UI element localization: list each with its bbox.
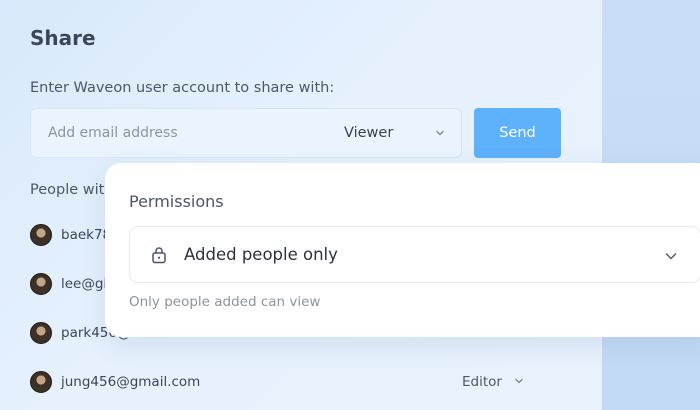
people-heading: People wit	[30, 182, 105, 198]
permissions-select[interactable]: Added people only	[129, 226, 700, 283]
avatar	[30, 224, 52, 246]
permissions-value: Added people only	[184, 245, 338, 264]
permissions-hint: Only people added can view	[129, 294, 321, 310]
person-email: lee@gi	[61, 276, 108, 292]
permissions-title: Permissions	[129, 192, 224, 211]
person-email: jung456@gmail.com	[61, 374, 201, 390]
permissions-card: Permissions Added people only Only peopl…	[105, 163, 700, 337]
chevron-down-icon	[664, 248, 678, 267]
person-role-value: Editor	[462, 374, 502, 390]
person-email: baek78	[61, 227, 112, 243]
share-title: Share	[30, 26, 96, 50]
lock-icon	[151, 246, 167, 268]
person-role-select[interactable]: Editor	[462, 374, 524, 390]
chevron-down-icon	[435, 126, 445, 142]
email-input[interactable]	[31, 109, 321, 157]
person-row: jung456@gmail.com Editor	[30, 371, 550, 395]
email-row: Viewer	[30, 108, 462, 158]
avatar	[30, 322, 52, 344]
role-select-value: Viewer	[344, 125, 394, 141]
send-button[interactable]: Send	[474, 108, 561, 158]
role-select[interactable]: Viewer	[331, 109, 463, 157]
chevron-down-icon	[514, 374, 524, 390]
share-prompt: Enter Waveon user account to share with:	[30, 80, 335, 96]
avatar	[30, 273, 52, 295]
avatar	[30, 371, 52, 393]
